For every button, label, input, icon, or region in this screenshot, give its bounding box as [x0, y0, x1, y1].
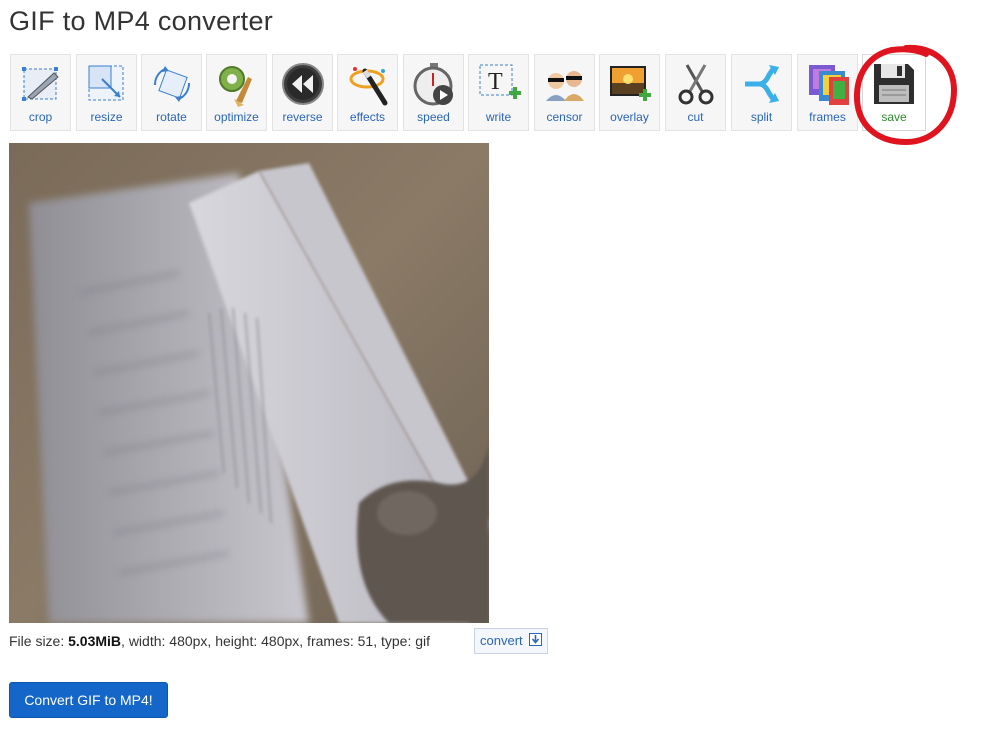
reverse-icon [280, 61, 326, 107]
crop-icon [18, 61, 64, 107]
gif-preview-image [9, 143, 489, 623]
save-tool-button[interactable]: save [862, 54, 926, 131]
optimize-icon [214, 61, 260, 107]
censor-tool-button[interactable]: censor [534, 54, 595, 131]
toolbar: crop resize rotate optimize reverse effe… [10, 54, 930, 132]
rotate-icon [149, 61, 195, 107]
speed-tool-button[interactable]: speed [403, 54, 464, 131]
effects-wand-icon [345, 61, 391, 107]
write-text-icon: T [476, 61, 522, 107]
cut-tool-button[interactable]: cut [665, 54, 726, 131]
download-arrow-icon [529, 633, 542, 646]
reverse-tool-button[interactable]: reverse [272, 54, 333, 131]
page-title: GIF to MP4 converter [9, 6, 274, 36]
crop-tool-button[interactable]: crop [10, 54, 71, 131]
effects-tool-button[interactable]: effects [337, 54, 398, 131]
rotate-tool-button[interactable]: rotate [141, 54, 202, 131]
optimize-tool-button[interactable]: optimize [206, 54, 267, 131]
convert-gif-to-mp4-button[interactable]: Convert GIF to MP4! [9, 682, 168, 718]
resize-tool-button[interactable]: resize [76, 54, 137, 131]
overlay-tool-button[interactable]: overlay [599, 54, 660, 131]
split-arrows-icon [739, 61, 785, 107]
frames-icon [805, 61, 851, 107]
svg-text:T: T [488, 69, 503, 95]
write-tool-button[interactable]: T write [468, 54, 529, 131]
resize-icon [84, 61, 130, 107]
file-info: File size: 5.03MiB, width: 480px, height… [9, 633, 431, 649]
speed-stopwatch-icon [411, 61, 457, 107]
censor-icon [542, 61, 588, 107]
frames-tool-button[interactable]: frames [797, 54, 858, 131]
overlay-image-icon [607, 61, 653, 107]
scissors-icon [673, 61, 719, 107]
split-tool-button[interactable]: split [731, 54, 792, 131]
file-size-value: 5.03MiB [68, 633, 122, 649]
floppy-disk-icon [871, 61, 917, 107]
convert-link-button[interactable]: convert [474, 628, 548, 654]
file-details: , width: 480px, height: 480px, frames: 5… [121, 633, 431, 649]
